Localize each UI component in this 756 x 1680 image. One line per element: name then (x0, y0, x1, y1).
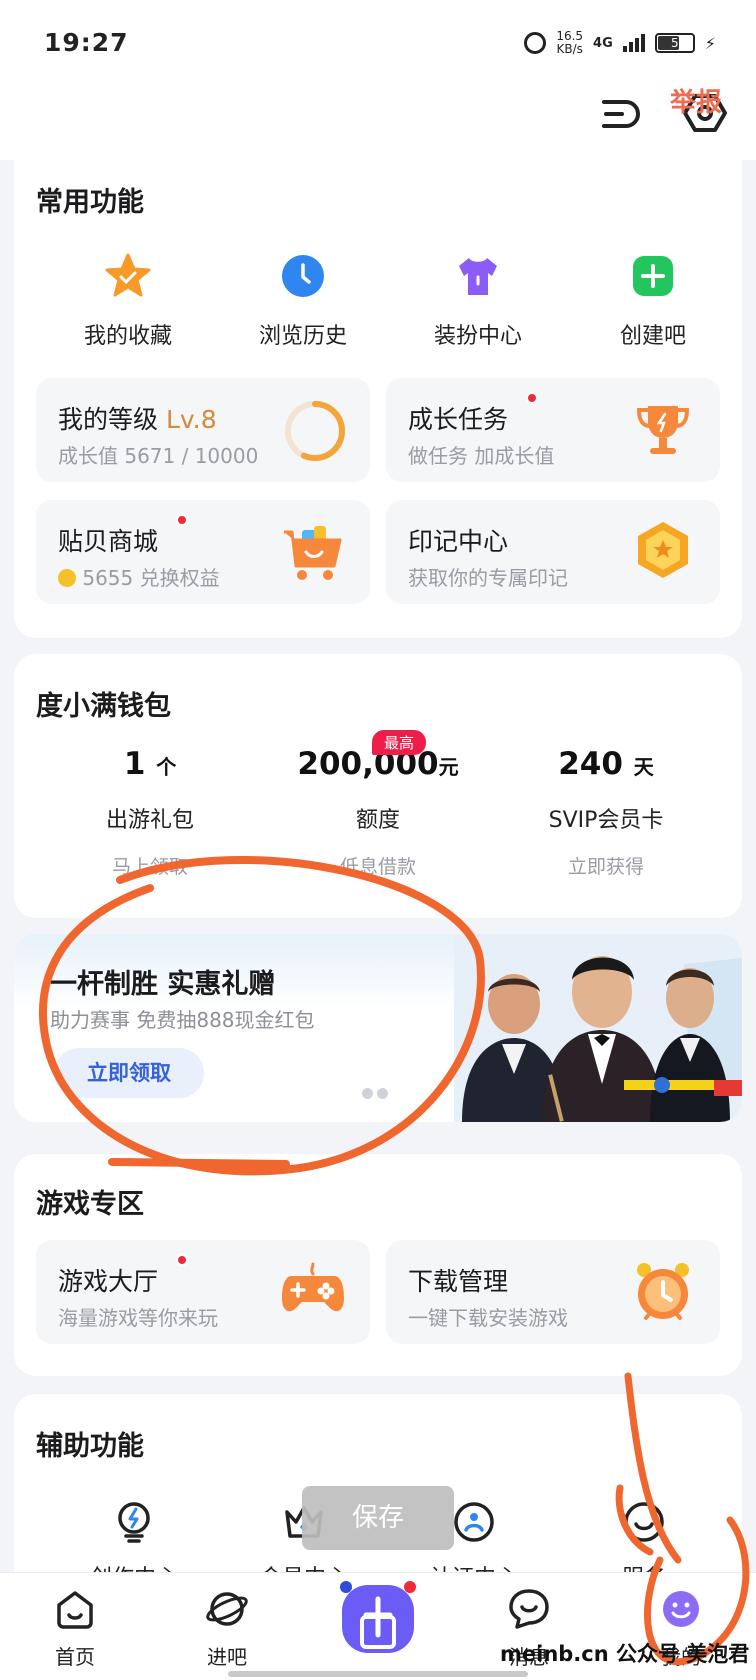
home-icon (57, 1591, 93, 1629)
func-label: 装扮中心 (433, 324, 522, 349)
planet-icon (206, 1592, 248, 1626)
games-card: 游戏专区 游戏大厅 海量游戏等你来玩 下载管理 一键下载安装游戏 (14, 1154, 742, 1376)
banner-players-image (454, 934, 742, 1122)
growth-task-tile[interactable]: 成长任务 做任务 加成长值 (386, 378, 720, 482)
alarm-icon (524, 32, 547, 54)
badge-icon (638, 522, 688, 578)
func-history[interactable]: 浏览历史 (233, 252, 373, 350)
game-hall-title: 游戏大厅 (58, 1267, 159, 1296)
section-title: 度小满钱包 (36, 691, 171, 722)
chat-bubble-icon (509, 1589, 549, 1629)
wallet-name: 出游礼包 (105, 808, 194, 833)
wallet-value: 240 天 (558, 746, 654, 782)
download-manager-title: 下载管理 (408, 1267, 509, 1296)
shop-title: 贴贝商城 (58, 527, 159, 556)
shop-tile[interactable]: 贴贝商城 5655 兑换权益 (36, 500, 370, 604)
trophy-icon (636, 406, 690, 454)
wallet-name: SVIP会员卡 (548, 808, 664, 833)
charging-icon: ⚡ (704, 33, 716, 53)
tab-home[interactable]: 首页 (20, 1587, 130, 1670)
battery-level: 5 (670, 36, 679, 50)
common-functions-card: 常用功能 我的收藏 浏览历史 装扮中心 创建吧 我的等级 Lv.8 成长值 56… (14, 160, 742, 638)
tab-label: 进吧 (207, 1645, 247, 1669)
gamepad-icon (282, 1262, 344, 1312)
section-title: 游戏专区 (36, 1189, 144, 1220)
wallet-item-gift[interactable]: 1 个 出游礼包 马上领取 (50, 746, 250, 879)
wallet-sub: 立即获得 (567, 856, 644, 878)
notification-dot (526, 392, 538, 404)
network-type: 4G (593, 35, 613, 51)
banner-claim-button[interactable]: 立即领取 (54, 1048, 204, 1098)
tab-label: 首页 (55, 1645, 95, 1669)
banner-subtitle: 助力赛事 免费抽888现金红包 (50, 1008, 315, 1032)
growth-task-subtitle: 做任务 加成长值 (408, 444, 555, 468)
mark-center-tile[interactable]: 印记中心 获取你的专属印记 (386, 500, 720, 604)
mark-center-title: 印记中心 (408, 527, 509, 556)
status-bar: 19:27 16.5 KB/s 4G 5 ⚡ (0, 0, 756, 80)
save-toast[interactable]: 保存 (302, 1486, 454, 1550)
game-hall-tile[interactable]: 游戏大厅 海量游戏等你来玩 (36, 1240, 370, 1344)
level-progress-ring (285, 401, 345, 461)
wallet-name: 额度 (355, 808, 400, 833)
menu-icon (602, 100, 640, 128)
watermark-text: meinb.cn 公众号 美泡君 (500, 1642, 750, 1666)
top-nav: 举报 (0, 80, 756, 160)
level-value: Lv.8 (165, 405, 217, 434)
wallet-sub: 低息借款 (339, 856, 416, 878)
smiley-icon (663, 1591, 699, 1627)
plus-icon (633, 256, 673, 296)
level-title: 我的等级 Lv.8 (58, 405, 217, 434)
func-label: 创建吧 (619, 324, 686, 349)
post-button[interactable] (338, 1579, 418, 1657)
carousel-dots (362, 1088, 388, 1099)
shirt-icon (459, 258, 497, 295)
wallet-sub: 马上领取 (111, 856, 188, 878)
verify-user-icon (454, 1502, 494, 1542)
section-title: 辅助功能 (36, 1431, 144, 1462)
service-icon (624, 1502, 664, 1542)
func-create-bar[interactable]: 创建吧 (583, 252, 723, 350)
network-speed: 16.5 KB/s (556, 30, 583, 56)
clock-icon (282, 255, 324, 297)
max-badge: 最高 (372, 730, 427, 755)
status-icons: 16.5 KB/s 4G 5 ⚡ (524, 30, 716, 56)
coin-icon (58, 569, 76, 587)
game-hall-subtitle: 海量游戏等你来玩 (58, 1306, 218, 1330)
home-indicator[interactable] (228, 1671, 528, 1677)
shop-subtitle: 5655 兑换权益 (58, 562, 220, 591)
promo-banner[interactable]: 一杆制胜 实惠礼赠 助力赛事 免费抽888现金红包 立即领取 (14, 934, 742, 1122)
download-manager-subtitle: 一键下载安装游戏 (408, 1306, 568, 1330)
level-progress-text: 成长值 5671 / 10000 (58, 444, 259, 468)
star-icon (105, 253, 151, 297)
report-label[interactable]: 举报 (670, 82, 722, 119)
network-speed-unit: KB/s (556, 42, 583, 56)
level-tile[interactable]: 我的等级 Lv.8 成长值 5671 / 10000 (36, 378, 370, 482)
wallet-item-credit[interactable]: 200,000元 额度 低息借款 (278, 746, 478, 879)
signal-icon (622, 34, 645, 52)
wallet-value: 1 个 (123, 746, 177, 782)
mark-center-subtitle: 获取你的专属印记 (408, 566, 568, 590)
alarm-clock-icon (637, 1263, 689, 1320)
battery-icon: 5 (654, 33, 695, 53)
wallet-item-svip[interactable]: 240 天 SVIP会员卡 立即获得 (506, 746, 706, 879)
banner-title: 一杆制胜 实惠礼赠 (50, 969, 276, 1000)
shopping-cart-icon (284, 526, 342, 580)
func-dressup[interactable]: 装扮中心 (408, 252, 548, 350)
func-label: 我的收藏 (83, 324, 172, 349)
wallet-card: 度小满钱包 1 个 出游礼包 马上领取 200,000元 额度 低息借款 240… (14, 654, 742, 918)
func-favorites[interactable]: 我的收藏 (58, 252, 198, 350)
download-manager-tile[interactable]: 下载管理 一键下载安装游戏 (386, 1240, 720, 1344)
notification-dot (176, 514, 188, 526)
menu-button[interactable] (596, 92, 640, 136)
section-title: 常用功能 (36, 187, 144, 218)
lightbulb-icon (118, 1502, 150, 1543)
growth-task-title: 成长任务 (408, 405, 509, 434)
func-label: 浏览历史 (258, 324, 347, 349)
tab-bars[interactable]: 进吧 (172, 1587, 282, 1670)
notification-dot (176, 1254, 188, 1266)
status-time: 19:27 (44, 28, 129, 57)
